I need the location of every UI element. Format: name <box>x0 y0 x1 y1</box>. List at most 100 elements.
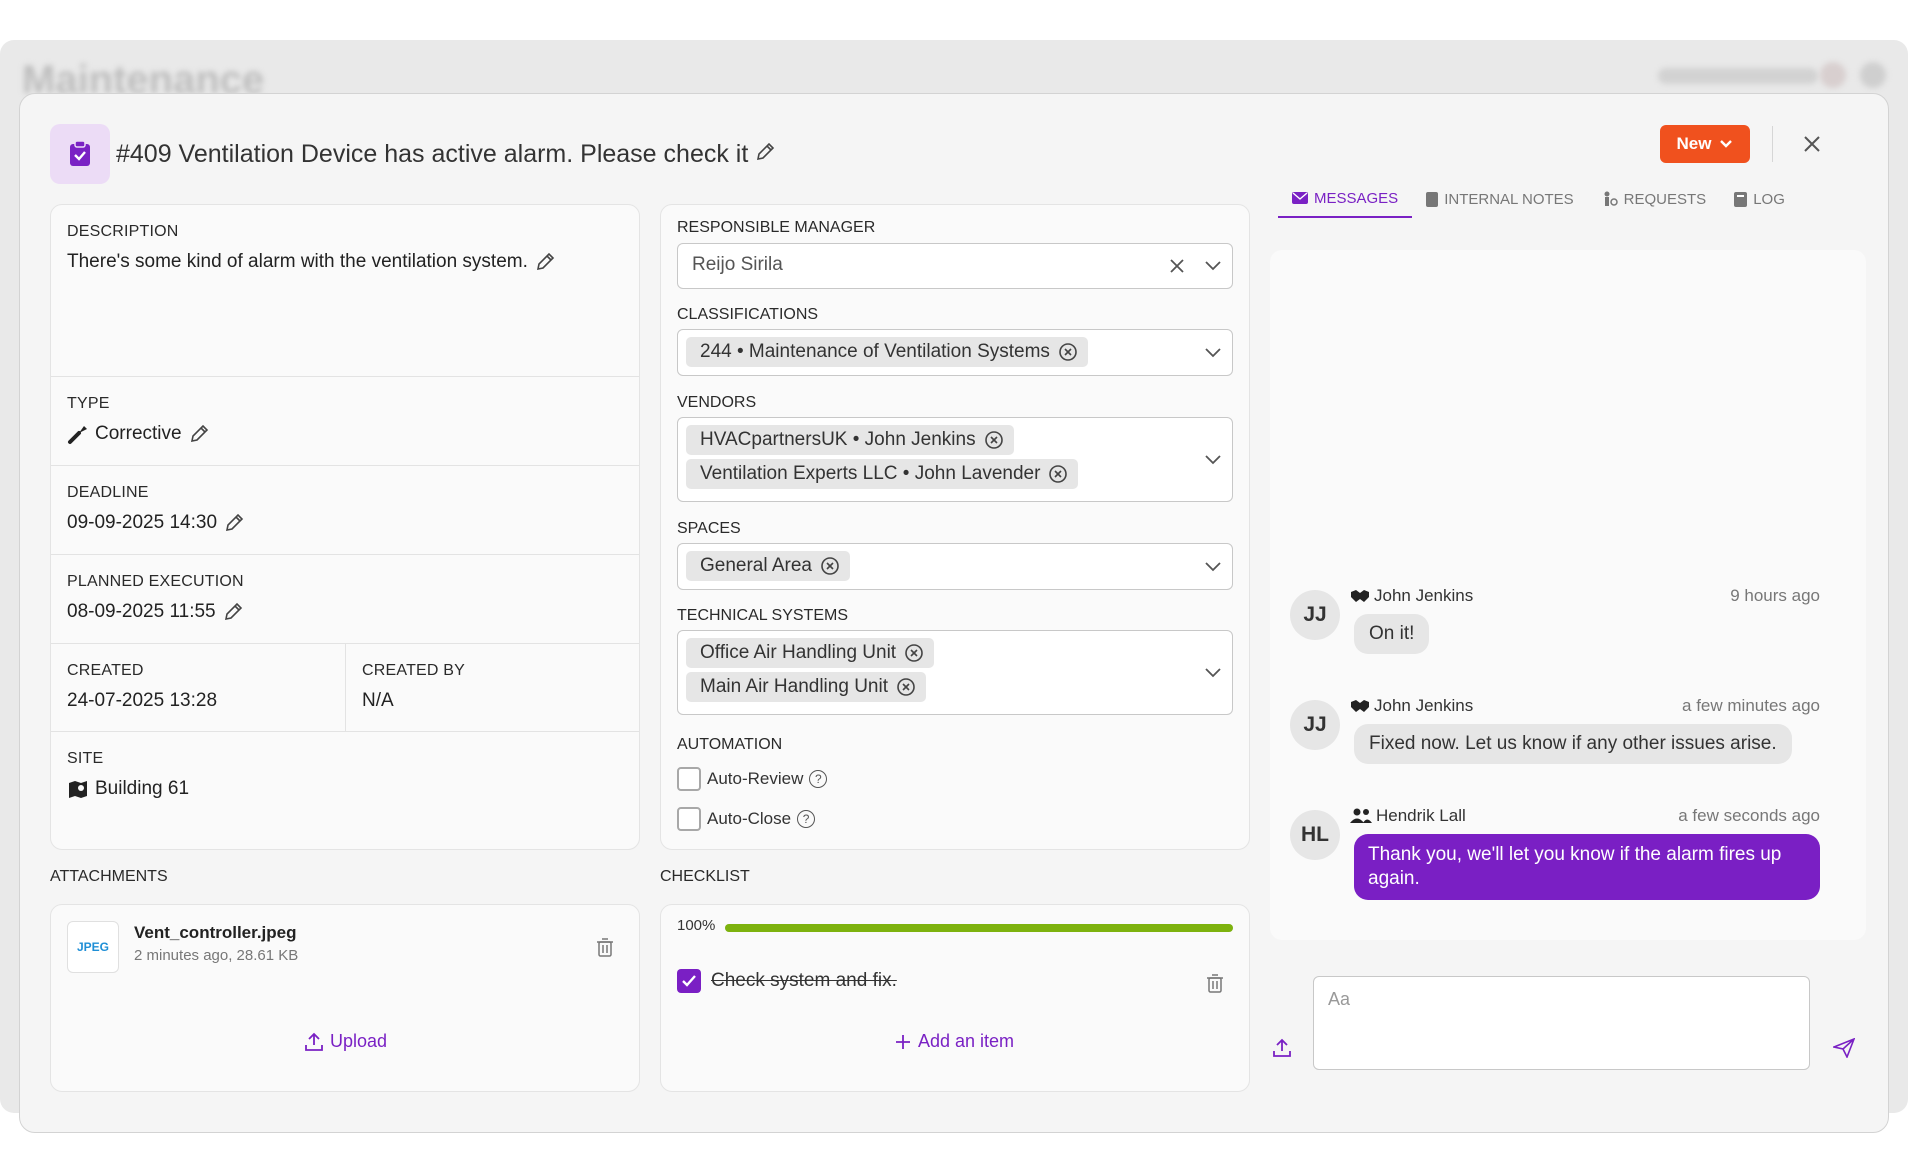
edit-type-icon[interactable] <box>188 423 210 445</box>
chevron-down-icon[interactable] <box>1204 259 1222 273</box>
created-by-value: N/A <box>362 690 394 711</box>
message-time: a few minutes ago <box>1682 696 1820 715</box>
site-section: SITE Building 61 <box>51 732 639 849</box>
attachments-card: JPEG Vent_controller.jpeg 2 minutes ago,… <box>50 904 640 1092</box>
vendors-select[interactable]: HVACpartnersUK • John Jenkins Ventilatio… <box>677 417 1233 502</box>
activity-tabs: MESSAGES INTERNAL NOTES REQUESTS LOG <box>1278 180 1799 220</box>
created-value: 24-07-2025 13:28 <box>67 690 218 711</box>
manager-select[interactable]: Reijo Sirila <box>677 243 1233 289</box>
background-icon <box>1820 62 1846 88</box>
upload-icon[interactable] <box>1272 1038 1292 1058</box>
remove-chip-icon[interactable] <box>1058 342 1078 362</box>
chevron-down-icon[interactable] <box>1204 453 1222 467</box>
remove-chip-icon[interactable] <box>984 430 1004 450</box>
handshake-icon <box>1351 590 1369 602</box>
deadline-section: DEADLINE 09-09-2025 14:30 <box>51 466 639 555</box>
person-icon <box>1604 191 1618 206</box>
upload-label: Upload <box>330 1031 388 1051</box>
progress-text: 100% <box>677 917 716 934</box>
manager-label: RESPONSIBLE MANAGER <box>677 219 876 236</box>
edit-title-icon[interactable] <box>754 141 776 168</box>
wrench-icon <box>68 426 87 444</box>
message-author: John Jenkins <box>1374 586 1474 605</box>
message-input[interactable]: Aa <box>1313 976 1810 1070</box>
auto-review-label: Auto-Review <box>707 769 804 788</box>
map-pin-icon <box>69 781 87 798</box>
status-label: New <box>1676 134 1712 153</box>
classifications-select[interactable]: 244 • Maintenance of Ventilation Systems <box>677 329 1233 376</box>
file-thumbnail[interactable]: JPEG <box>67 921 119 973</box>
help-icon[interactable]: ? <box>809 770 828 788</box>
planned-execution-section: PLANNED EXECUTION 08-09-2025 11:55 <box>51 555 639 644</box>
space-chip: General Area <box>686 551 850 581</box>
checklist-item-text[interactable]: Check system and fix. <box>711 970 897 992</box>
site-value: Building 61 <box>95 778 190 799</box>
trash-icon[interactable] <box>596 937 614 957</box>
clear-icon[interactable] <box>1168 257 1186 275</box>
help-icon[interactable]: ? <box>797 810 816 828</box>
automation-label: AUTOMATION <box>677 736 783 753</box>
clipboard-icon <box>50 124 110 184</box>
file-type-badge: JPEG <box>76 940 109 954</box>
envelope-icon <box>1292 192 1308 204</box>
add-item-button[interactable]: Add an item <box>894 1031 1014 1052</box>
auto-close-label: Auto-Close <box>707 809 792 828</box>
chevron-down-icon[interactable] <box>1204 346 1222 360</box>
avatar: JJ <box>1290 590 1340 640</box>
edit-planned-icon[interactable] <box>222 601 244 623</box>
chevron-down-icon <box>1720 140 1733 148</box>
status-dropdown-button[interactable]: New <box>1660 125 1750 163</box>
chevron-down-icon[interactable] <box>1204 666 1222 680</box>
spaces-label: SPACES <box>677 520 741 537</box>
close-icon[interactable] <box>1798 130 1826 158</box>
message-bubble: Thank you, we'll let you know if the ala… <box>1354 834 1820 900</box>
manager-value: Reijo Sirila <box>692 254 783 275</box>
message-placeholder: Aa <box>1328 989 1351 1009</box>
tab-requests[interactable]: REQUESTS <box>1588 180 1721 218</box>
upload-icon <box>305 1032 323 1051</box>
site-label: SITE <box>67 750 104 767</box>
file-meta: 2 minutes ago, 28.61 KB <box>134 947 299 964</box>
auto-close-checkbox[interactable] <box>677 807 701 831</box>
progress-bar <box>725 924 1233 932</box>
trash-icon[interactable] <box>1206 973 1224 993</box>
created-by-section: CREATED BY N/A <box>346 644 639 732</box>
handshake-icon <box>1351 700 1369 712</box>
plus-icon <box>896 1034 910 1049</box>
type-value: Corrective <box>95 423 182 444</box>
remove-chip-icon[interactable] <box>904 643 924 663</box>
checklist-item-checkbox[interactable] <box>677 969 701 993</box>
users-icon <box>1350 808 1372 823</box>
system-chip: Office Air Handling Unit <box>686 638 935 668</box>
file-name[interactable]: Vent_controller.jpeg <box>134 923 297 943</box>
remove-chip-icon[interactable] <box>820 556 840 576</box>
system-chip: Main Air Handling Unit <box>686 672 926 702</box>
upload-button[interactable]: Upload <box>304 1031 387 1052</box>
edit-description-icon[interactable] <box>534 251 556 273</box>
remove-chip-icon[interactable] <box>1048 464 1068 484</box>
technical-systems-select[interactable]: Office Air Handling Unit Main Air Handli… <box>677 630 1233 715</box>
background-avatar <box>1860 62 1886 88</box>
message-author: Hendrik Lall <box>1376 806 1466 825</box>
message-bubble: On it! <box>1354 614 1430 654</box>
chevron-down-icon[interactable] <box>1204 560 1222 574</box>
created-by-label: CREATED BY <box>362 662 466 679</box>
page-title: #409 Ventilation Device has active alarm… <box>116 139 749 168</box>
deadline-label: DEADLINE <box>67 484 149 501</box>
spaces-select[interactable]: General Area <box>677 543 1233 590</box>
vendor-chip: Ventilation Experts LLC • John Lavender <box>686 459 1079 489</box>
edit-deadline-icon[interactable] <box>223 512 245 534</box>
checklist-item: Check system and fix. <box>677 969 897 993</box>
attachments-label: ATTACHMENTS <box>50 868 168 885</box>
header-divider <box>1772 126 1773 162</box>
note-icon <box>1426 191 1439 207</box>
send-icon[interactable] <box>1833 1038 1855 1058</box>
tab-internal-notes[interactable]: INTERNAL NOTES <box>1412 180 1587 218</box>
add-item-label: Add an item <box>918 1031 1015 1051</box>
auto-review-checkbox[interactable] <box>677 767 701 791</box>
tab-log[interactable]: LOG <box>1720 180 1799 218</box>
type-section: TYPE Corrective <box>51 377 639 466</box>
created-label: CREATED <box>67 662 144 679</box>
remove-chip-icon[interactable] <box>896 677 916 697</box>
tab-messages[interactable]: MESSAGES <box>1278 180 1413 218</box>
